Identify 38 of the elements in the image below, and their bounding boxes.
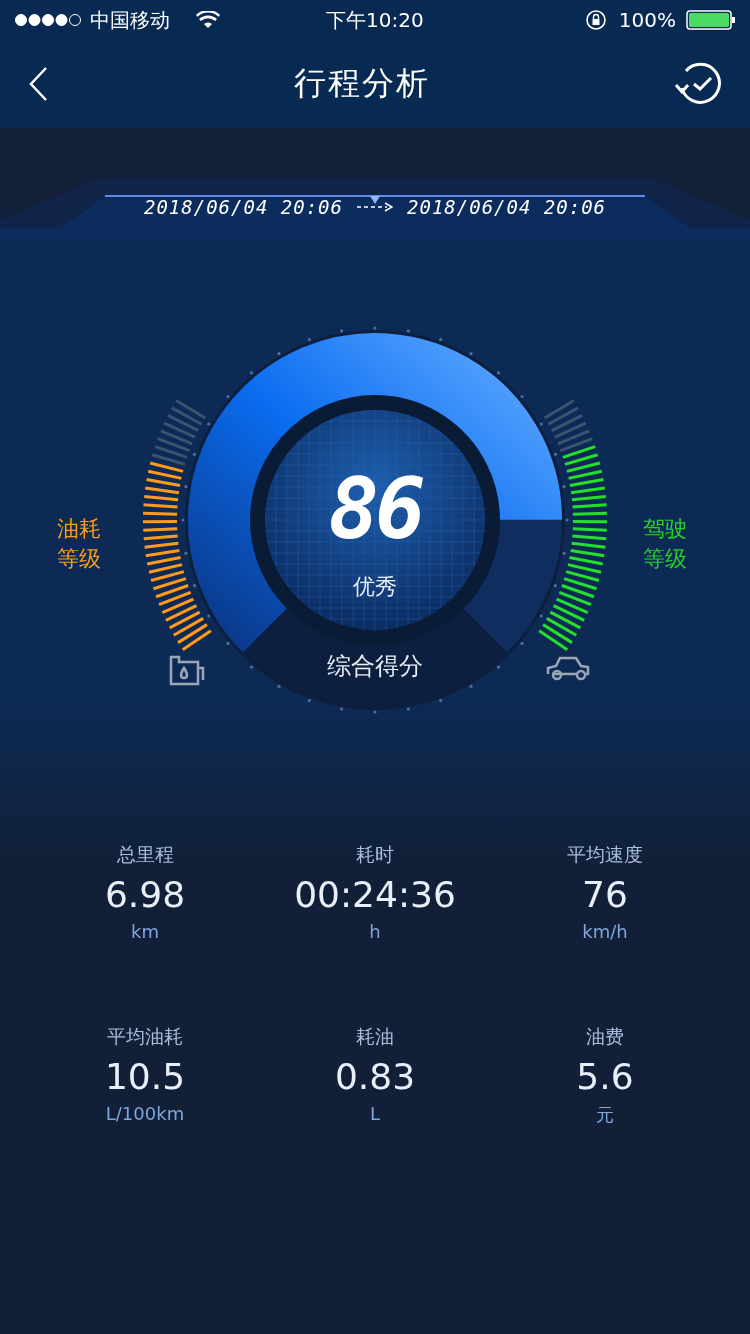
stat-label: 平均速度 xyxy=(567,842,643,867)
signal-icon xyxy=(14,13,82,27)
battery-percent: 100% xyxy=(618,8,676,32)
stat-value: 0.83 xyxy=(334,1056,416,1097)
back-icon[interactable] xyxy=(28,66,50,102)
stat-value: 76 xyxy=(582,874,628,915)
stat-value: 6.98 xyxy=(104,874,186,915)
fuel-can-icon xyxy=(169,655,205,686)
page-title: 行程分析 xyxy=(294,63,430,104)
driving-level-label: 驾驶等级 xyxy=(643,515,688,573)
rotation-lock-icon xyxy=(584,9,607,31)
end-time: 2018/06/04 20:06 xyxy=(407,196,607,218)
stat-label: 油费 xyxy=(586,1024,624,1049)
stat-value: 00:24:36 xyxy=(294,874,456,915)
arrow-icon xyxy=(357,202,393,212)
carrier-name: 中国移动 xyxy=(90,6,170,34)
score-grade: 优秀 xyxy=(353,573,397,601)
status-time: 下午10:20 xyxy=(326,6,424,34)
stat-label: 平均油耗 xyxy=(107,1024,183,1049)
stat-unit: L xyxy=(370,1103,380,1124)
stat-unit: L/100km xyxy=(105,1103,185,1124)
history-icon[interactable] xyxy=(674,62,722,106)
start-time: 2018/06/04 20:06 xyxy=(143,196,343,218)
stat-unit: 元 xyxy=(596,1103,614,1127)
stat-value: 10.5 xyxy=(104,1056,186,1097)
battery-icon xyxy=(686,9,736,31)
stat-value: 5.6 xyxy=(576,1056,634,1097)
stat-label: 总里程 xyxy=(116,842,174,867)
fuel-level-label: 油耗等级 xyxy=(57,515,102,573)
stat-label: 耗油 xyxy=(356,1024,394,1049)
stat-unit: km/h xyxy=(582,921,628,942)
score-value: 86 xyxy=(328,460,422,558)
car-icon xyxy=(546,656,590,681)
stat-unit: h xyxy=(369,921,381,942)
score-label: 综合得分 xyxy=(327,651,423,682)
wifi-icon xyxy=(196,11,220,29)
stat-unit: km xyxy=(131,921,159,942)
stat-label: 耗时 xyxy=(356,842,394,867)
